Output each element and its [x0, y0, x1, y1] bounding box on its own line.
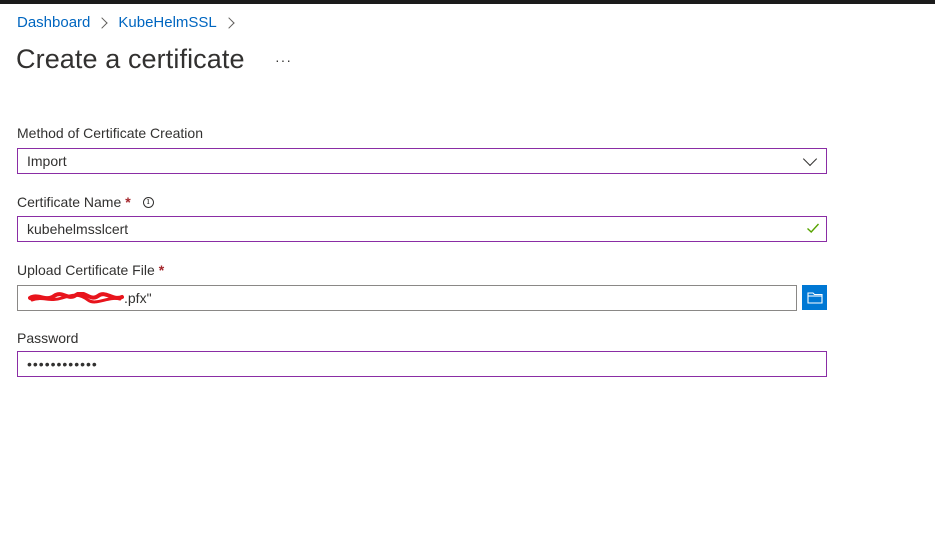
upload-file-input[interactable]: .pfx"	[17, 285, 797, 311]
top-bar	[0, 0, 935, 4]
chevron-right-icon	[223, 16, 235, 29]
cert-name-label: Certificate Name * i	[17, 194, 154, 210]
password-label-text: Password	[17, 330, 79, 346]
required-marker: *	[125, 194, 131, 210]
cert-name-value: kubehelmsslcert	[27, 221, 129, 237]
info-icon[interactable]: i	[142, 196, 154, 208]
upload-label-text: Upload Certificate File	[17, 262, 155, 278]
breadcrumb-kubehelmssl[interactable]: KubeHelmSSL	[118, 14, 216, 31]
method-select-value: Import	[27, 153, 67, 169]
method-select[interactable]: Import	[17, 148, 827, 174]
browse-file-button[interactable]	[802, 285, 827, 310]
checkmark-icon	[807, 223, 820, 233]
chevron-right-icon	[96, 16, 109, 29]
page-title: Create a certificate	[16, 44, 245, 74]
cert-name-label-text: Certificate Name	[17, 194, 122, 210]
password-value: ••••••••••••	[27, 356, 98, 372]
required-marker: *	[158, 262, 165, 278]
breadcrumb: Dashboard KubeHelmSSL	[17, 14, 245, 31]
method-label: Method of Certificate Creation	[17, 125, 203, 141]
cert-name-input[interactable]: kubehelmsslcert	[17, 216, 827, 242]
more-options-icon[interactable]: ···	[275, 52, 292, 68]
upload-file-value: .pfx"	[124, 290, 152, 306]
password-input[interactable]: ••••••••••••	[17, 351, 827, 377]
password-label: Password	[17, 330, 78, 346]
chevron-down-icon	[802, 151, 818, 167]
folder-icon	[806, 292, 823, 304]
redaction-scribble	[28, 292, 124, 304]
breadcrumb-dashboard[interactable]: Dashboard	[17, 14, 90, 31]
upload-label: Upload Certificate File *	[17, 262, 164, 278]
method-label-text: Method of Certificate Creation	[17, 125, 203, 141]
